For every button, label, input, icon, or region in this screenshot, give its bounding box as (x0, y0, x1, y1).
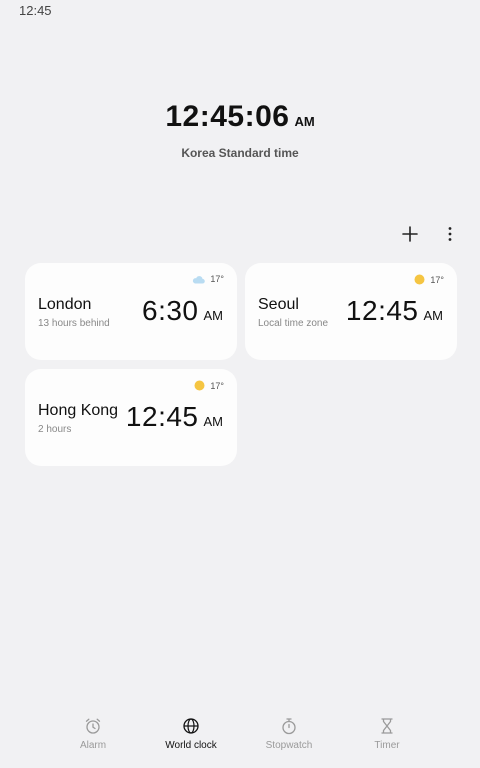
sun-icon (414, 274, 425, 285)
more-vertical-icon (448, 227, 452, 241)
bottom-nav: Alarm World clock Stopwatch Timer (0, 712, 480, 768)
city-time-row: 12:45 AM (126, 401, 223, 433)
weather: 17° (194, 380, 224, 391)
city-name: Hong Kong (38, 402, 119, 419)
more-options-button[interactable] (438, 222, 462, 246)
time-offset: Local time zone (258, 318, 329, 329)
weather: 17° (414, 274, 444, 285)
city-name: Seoul (258, 296, 299, 313)
city-time-row: 6:30 AM (142, 295, 223, 327)
city-ampm: AM (423, 308, 444, 323)
city-time: 6:30 (142, 295, 199, 326)
hourglass-icon (381, 718, 393, 734)
city-time: 12:45 (125, 401, 199, 432)
city-card-london[interactable]: 17° London 13 hours behind 6:30 AM (25, 263, 237, 360)
alarm-clock-icon (85, 718, 101, 734)
city-ampm: AM (203, 414, 224, 429)
city-ampm: AM (203, 308, 224, 323)
stopwatch-icon (282, 718, 296, 735)
weather: 17° (192, 274, 224, 284)
hero-time-row: 12:45:06 AM (0, 100, 480, 134)
hero-timezone-label: Korea Standard time (181, 146, 299, 160)
time-offset: 2 hours (38, 424, 72, 435)
city-card-hong-kong[interactable]: 17° Hong Kong 2 hours 12:45 AM (25, 369, 237, 466)
hero-time: 12:45:06 (165, 100, 290, 133)
plus-icon (402, 226, 418, 242)
time-offset: 13 hours behind (38, 318, 110, 329)
nav-label: Alarm (79, 740, 107, 751)
nav-label: Timer (374, 740, 400, 751)
add-city-button[interactable] (398, 222, 422, 246)
nav-label: World clock (165, 740, 217, 751)
nav-tab-alarm[interactable]: Alarm (44, 712, 142, 751)
local-time-hero: 12:45:06 AM Korea Standard time (0, 100, 480, 160)
status-bar-time: 12:45 (19, 3, 52, 18)
cloud-icon (193, 275, 206, 283)
sun-icon (194, 380, 205, 391)
hero-ampm: AM (294, 114, 315, 129)
nav-label: Stopwatch (265, 740, 313, 751)
city-name: London (38, 296, 92, 313)
globe-icon (183, 718, 199, 734)
city-time-row: 12:45 AM (346, 295, 443, 327)
city-time: 12:45 (345, 295, 419, 326)
nav-tab-stopwatch[interactable]: Stopwatch (240, 712, 338, 751)
temperature: 17° (430, 274, 444, 285)
temperature: 17° (210, 274, 224, 284)
temperature: 17° (210, 380, 224, 391)
nav-tab-timer[interactable]: Timer (338, 712, 436, 751)
city-card-seoul[interactable]: 17° Seoul Local time zone 12:45 AM (245, 263, 457, 360)
toolbar (398, 222, 462, 246)
nav-tab-world-clock[interactable]: World clock (142, 712, 240, 751)
